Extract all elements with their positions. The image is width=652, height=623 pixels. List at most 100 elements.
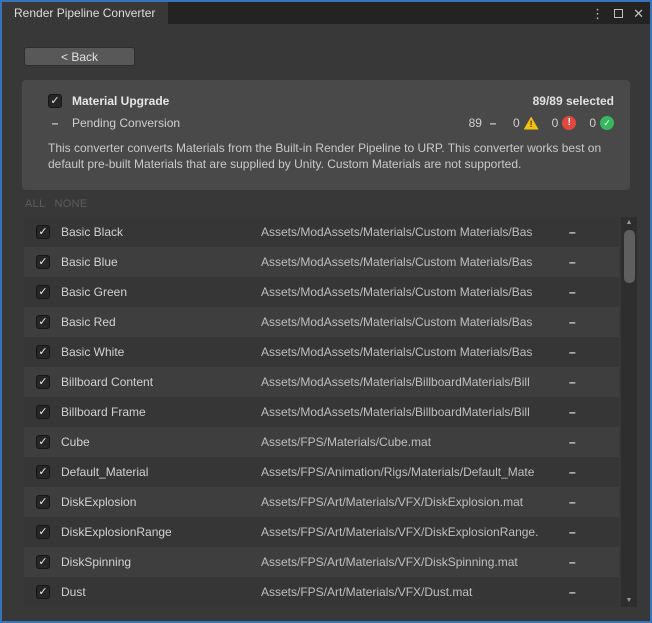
error-icon: !: [562, 116, 576, 130]
pending-count: 89: [469, 116, 482, 130]
row-checkbox[interactable]: ✓: [36, 315, 50, 329]
window-tab[interactable]: Render Pipeline Converter: [2, 2, 168, 24]
scroll-up-icon[interactable]: ▲: [626, 217, 633, 229]
row-checkbox[interactable]: ✓: [36, 405, 50, 419]
list-scrollbar[interactable]: ▲ ▼: [621, 217, 637, 607]
render-pipeline-converter-window: Render Pipeline Converter ⋮ ✕ < Back ✓ M…: [0, 0, 652, 623]
row-pending-icon: –: [569, 285, 576, 299]
row-label: Basic Red: [61, 315, 261, 329]
row-path: Assets/ModAssets/Materials/Custom Materi…: [261, 315, 561, 329]
converter-checkbox[interactable]: ✓: [48, 94, 62, 108]
select-all-button[interactable]: ALL: [25, 198, 45, 210]
row-pending-icon: –: [569, 255, 576, 269]
warning-count-item: 0 !: [513, 116, 539, 130]
row-label: Default_Material: [61, 465, 261, 479]
row-pending-icon: –: [569, 405, 576, 419]
row-label: Basic Blue: [61, 255, 261, 269]
table-row[interactable]: ✓ Basic White Assets/ModAssets/Materials…: [24, 337, 619, 367]
table-row[interactable]: ✓ Default_Material Assets/FPS/Animation/…: [24, 457, 619, 487]
row-checkbox[interactable]: ✓: [36, 255, 50, 269]
row-checkbox[interactable]: ✓: [36, 525, 50, 539]
row-pending-icon: –: [569, 495, 576, 509]
selection-links: ALL NONE: [25, 198, 87, 210]
pending-label: Pending Conversion: [72, 116, 180, 130]
row-label: Dust: [61, 585, 261, 599]
row-pending-icon: –: [569, 585, 576, 599]
maximize-icon[interactable]: [614, 9, 623, 18]
converter-panel: ✓ Material Upgrade 89/89 selected – Pend…: [22, 80, 630, 190]
status-counts: 89 – 0 ! 0 ! 0 ✓: [469, 116, 614, 130]
row-checkbox[interactable]: ✓: [36, 495, 50, 509]
table-row[interactable]: ✓ DiskExplosion Assets/FPS/Art/Materials…: [24, 487, 619, 517]
error-count-item: 0 !: [552, 116, 577, 130]
row-checkbox[interactable]: ✓: [36, 345, 50, 359]
row-label: Billboard Frame: [61, 405, 261, 419]
title-bar: Render Pipeline Converter ⋮ ✕: [2, 2, 650, 24]
table-row[interactable]: ✓ Basic Red Assets/ModAssets/Materials/C…: [24, 307, 619, 337]
table-row[interactable]: ✓ Basic Blue Assets/ModAssets/Materials/…: [24, 247, 619, 277]
row-checkbox[interactable]: ✓: [36, 435, 50, 449]
table-row[interactable]: ✓ Basic Black Assets/ModAssets/Materials…: [24, 217, 619, 247]
row-label: DiskExplosion: [61, 495, 261, 509]
row-checkbox[interactable]: ✓: [36, 375, 50, 389]
row-label: DiskSpinning: [61, 555, 261, 569]
row-pending-icon: –: [569, 555, 576, 569]
table-row[interactable]: ✓ Billboard Content Assets/ModAssets/Mat…: [24, 367, 619, 397]
row-label: Basic White: [61, 345, 261, 359]
pending-conversion-row: – Pending Conversion 89 – 0 ! 0 ! 0 ✓: [48, 112, 614, 134]
row-pending-icon: –: [569, 345, 576, 359]
row-label: Cube: [61, 435, 261, 449]
success-icon: ✓: [600, 116, 614, 130]
row-path: Assets/ModAssets/Materials/Custom Materi…: [261, 255, 561, 269]
row-checkbox[interactable]: ✓: [36, 585, 50, 599]
back-button[interactable]: < Back: [24, 47, 135, 66]
success-count-item: 0 ✓: [589, 116, 614, 130]
row-pending-icon: –: [569, 375, 576, 389]
row-path: Assets/ModAssets/Materials/Custom Materi…: [261, 225, 561, 239]
close-icon[interactable]: ✕: [633, 7, 644, 20]
table-row[interactable]: ✓ Cube Assets/FPS/Materials/Cube.mat –: [24, 427, 619, 457]
table-row[interactable]: ✓ Dust Assets/FPS/Art/Materials/VFX/Dust…: [24, 577, 619, 607]
row-label: DiskExplosionRange: [61, 525, 261, 539]
window-title: Render Pipeline Converter: [14, 6, 155, 20]
row-label: Basic Green: [61, 285, 261, 299]
row-pending-icon: –: [569, 225, 576, 239]
row-path: Assets/FPS/Art/Materials/VFX/DiskExplosi…: [261, 495, 561, 509]
row-path: Assets/FPS/Art/Materials/VFX/Dust.mat: [261, 585, 561, 599]
row-path: Assets/FPS/Animation/Rigs/Materials/Defa…: [261, 465, 561, 479]
row-pending-icon: –: [569, 435, 576, 449]
row-path: Assets/ModAssets/Materials/Custom Materi…: [261, 345, 561, 359]
row-checkbox[interactable]: ✓: [36, 555, 50, 569]
row-checkbox[interactable]: ✓: [36, 225, 50, 239]
pending-state-icon: –: [48, 116, 62, 130]
row-pending-icon: –: [569, 525, 576, 539]
pending-count-item: 89 –: [469, 116, 500, 130]
row-path: Assets/FPS/Art/Materials/VFX/DiskSpinnin…: [261, 555, 561, 569]
error-count: 0: [552, 116, 559, 130]
window-controls: ⋮ ✕: [591, 2, 644, 24]
material-list: ✓ Basic Black Assets/ModAssets/Materials…: [24, 217, 619, 607]
row-path: Assets/ModAssets/Materials/BillboardMate…: [261, 375, 561, 389]
row-path: Assets/ModAssets/Materials/BillboardMate…: [261, 405, 561, 419]
row-label: Basic Black: [61, 225, 261, 239]
row-pending-icon: –: [569, 315, 576, 329]
selected-summary: 89/89 selected: [533, 94, 614, 108]
row-checkbox[interactable]: ✓: [36, 285, 50, 299]
table-row[interactable]: ✓ DiskSpinning Assets/FPS/Art/Materials/…: [24, 547, 619, 577]
row-path: Assets/FPS/Art/Materials/VFX/DiskExplosi…: [261, 525, 561, 539]
warning-count: 0: [513, 116, 520, 130]
row-path: Assets/FPS/Materials/Cube.mat: [261, 435, 561, 449]
scroll-down-icon[interactable]: ▼: [626, 595, 633, 607]
converter-name: Material Upgrade: [72, 94, 169, 108]
row-path: Assets/ModAssets/Materials/Custom Materi…: [261, 285, 561, 299]
select-none-button[interactable]: NONE: [54, 198, 87, 210]
row-label: Billboard Content: [61, 375, 261, 389]
table-row[interactable]: ✓ DiskExplosionRange Assets/FPS/Art/Mate…: [24, 517, 619, 547]
kebab-menu-icon[interactable]: ⋮: [591, 7, 604, 20]
table-row[interactable]: ✓ Billboard Frame Assets/ModAssets/Mater…: [24, 397, 619, 427]
table-row[interactable]: ✓ Basic Green Assets/ModAssets/Materials…: [24, 277, 619, 307]
row-checkbox[interactable]: ✓: [36, 465, 50, 479]
success-count: 0: [589, 116, 596, 130]
converter-header-row: ✓ Material Upgrade 89/89 selected: [48, 90, 614, 112]
scrollbar-thumb[interactable]: [624, 230, 635, 283]
